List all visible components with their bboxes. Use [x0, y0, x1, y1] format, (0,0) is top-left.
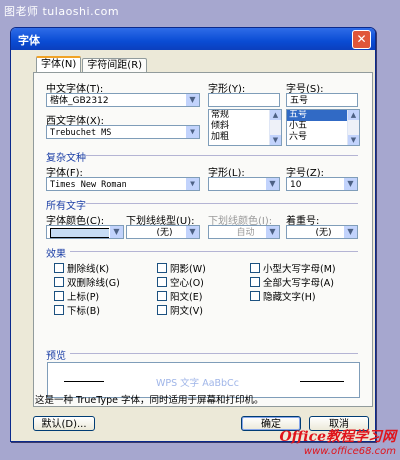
- all-text-heading: 所有文字: [46, 201, 86, 212]
- preview-heading: 预览: [46, 351, 66, 362]
- complex-style-combo[interactable]: ▼: [208, 177, 280, 191]
- checkbox-all-caps[interactable]: 全部大写字母(A): [250, 275, 334, 289]
- complex-heading: 复杂文种: [46, 153, 86, 164]
- complex-size-value: 10: [290, 180, 302, 190]
- title-bar[interactable]: 字体 ✕: [11, 28, 375, 50]
- scroll-down-icon[interactable]: ▼: [270, 135, 281, 145]
- effects-heading: 效果: [46, 249, 66, 260]
- style-list[interactable]: 常规 倾斜 加粗 ▲ ▼: [208, 109, 282, 146]
- font-info-text: 这是一种 TrueType 字体，同时适用于屏幕和打印机。: [35, 395, 264, 406]
- chevron-down-icon[interactable]: ▼: [343, 178, 357, 190]
- checkbox-hidden[interactable]: 隐藏文字(H): [250, 289, 316, 303]
- checkbox-label: 小型大写字母(M): [263, 264, 336, 275]
- color-swatch: [50, 228, 110, 238]
- complex-font-value: Times New Roman: [50, 180, 127, 190]
- watermark-brand: Office教程学习网: [279, 429, 396, 445]
- checkbox-shadow[interactable]: 阴影(W): [157, 261, 206, 275]
- size-list[interactable]: 五号 小五 六号 ▲ ▼: [286, 109, 360, 146]
- tab-strip: 字体(N) 字符间距(R): [36, 56, 148, 72]
- checkbox-small-caps[interactable]: 小型大写字母(M): [250, 261, 336, 275]
- complex-size-combo[interactable]: 10 ▼: [286, 177, 358, 191]
- chevron-down-icon[interactable]: ▼: [185, 94, 199, 106]
- cn-font-value: 楷体_GB2312: [50, 96, 109, 106]
- divider: [86, 203, 358, 204]
- scroll-up-icon[interactable]: ▲: [348, 110, 359, 120]
- checkbox-box[interactable]: [250, 263, 260, 273]
- checkbox-label: 双删除线(G): [67, 278, 120, 289]
- divider: [70, 353, 358, 354]
- emphasis-value: (无): [315, 228, 332, 238]
- chevron-down-icon[interactable]: ▼: [185, 226, 199, 238]
- font-dialog: 字体 ✕ 字体(N) 字符间距(R) 中文字体(T): 楷体_GB2312 ▼ …: [10, 27, 376, 442]
- chevron-down-icon[interactable]: ▼: [185, 178, 199, 190]
- preview-baseline-left: [64, 381, 104, 382]
- default-button[interactable]: 默认(D)...: [33, 416, 95, 431]
- checkbox-double-strike[interactable]: 双删除线(G): [54, 275, 120, 289]
- checkbox-box[interactable]: [250, 291, 260, 301]
- watermark-url: www.office68.com: [303, 446, 396, 457]
- checkbox-label: 阳文(E): [170, 292, 203, 303]
- checkbox-box[interactable]: [54, 291, 64, 301]
- underline-value: (无): [156, 228, 173, 238]
- checkbox-label: 下标(B): [67, 306, 100, 317]
- font-tab-panel: 中文字体(T): 楷体_GB2312 ▼ 西文字体(X): Trebuchet …: [33, 72, 373, 407]
- checkbox-superscript[interactable]: 上标(P): [54, 289, 99, 303]
- checkbox-label: 隐藏文字(H): [263, 292, 316, 303]
- chevron-down-icon[interactable]: ▼: [265, 226, 279, 238]
- checkbox-label: 删除线(K): [67, 264, 110, 275]
- checkbox-box[interactable]: [157, 263, 167, 273]
- font-color-combo[interactable]: ▼: [46, 225, 124, 239]
- chevron-down-icon[interactable]: ▼: [109, 226, 123, 238]
- checkbox-engrave[interactable]: 阴文(V): [157, 303, 203, 317]
- size-value: 五号: [290, 96, 309, 106]
- preview-sample-text: WPS 文字 AaBbCc: [156, 378, 239, 389]
- underline-color-combo[interactable]: 自动 ▼: [208, 225, 280, 239]
- chevron-down-icon[interactable]: ▼: [265, 178, 279, 190]
- tab-font[interactable]: 字体(N): [36, 56, 82, 72]
- chevron-down-icon[interactable]: ▼: [343, 226, 357, 238]
- tab-spacing[interactable]: 字符间距(R): [82, 58, 148, 72]
- checkbox-box[interactable]: [54, 305, 64, 315]
- emphasis-combo[interactable]: (无) ▼: [286, 225, 358, 239]
- checkbox-emboss[interactable]: 阳文(E): [157, 289, 202, 303]
- scroll-down-icon[interactable]: ▼: [348, 135, 359, 145]
- divider: [70, 251, 358, 252]
- window-title: 字体: [18, 34, 40, 47]
- checkbox-box[interactable]: [250, 277, 260, 287]
- scrollbar[interactable]: ▲ ▼: [269, 110, 281, 145]
- checkbox-box[interactable]: [157, 291, 167, 301]
- checkbox-subscript[interactable]: 下标(B): [54, 303, 100, 317]
- style-input[interactable]: [208, 93, 280, 107]
- watermark-top: 图老师 tulaoshi.com: [4, 5, 120, 18]
- checkbox-box[interactable]: [54, 263, 64, 273]
- size-input[interactable]: 五号: [286, 93, 358, 107]
- underline-color-value: 自动: [236, 228, 255, 238]
- preview-baseline-right: [300, 381, 344, 382]
- checkbox-label: 阴影(W): [170, 264, 206, 275]
- scroll-up-icon[interactable]: ▲: [270, 110, 281, 120]
- checkbox-box[interactable]: [157, 277, 167, 287]
- scrollbar[interactable]: ▲ ▼: [347, 110, 359, 145]
- chevron-down-icon[interactable]: ▼: [185, 126, 199, 138]
- close-icon[interactable]: ✕: [352, 30, 371, 49]
- checkbox-label: 全部大写字母(A): [263, 278, 334, 289]
- checkbox-strikethrough[interactable]: 删除线(K): [54, 261, 109, 275]
- watermark-bottom-logo: Office教程学习网 www.office68.com: [279, 426, 396, 457]
- checkbox-outline[interactable]: 空心(O): [157, 275, 204, 289]
- complex-font-combo[interactable]: Times New Roman ▼: [46, 177, 200, 191]
- west-font-combo[interactable]: Trebuchet MS ▼: [46, 125, 200, 139]
- west-font-value: Trebuchet MS: [50, 128, 112, 138]
- divider: [86, 155, 358, 156]
- checkbox-box[interactable]: [157, 305, 167, 315]
- checkbox-label: 空心(O): [170, 278, 204, 289]
- checkbox-label: 上标(P): [67, 292, 100, 303]
- checkbox-box[interactable]: [54, 277, 64, 287]
- cn-font-combo[interactable]: 楷体_GB2312 ▼: [46, 93, 200, 107]
- checkbox-label: 阴文(V): [170, 306, 203, 317]
- underline-combo[interactable]: (无) ▼: [126, 225, 200, 239]
